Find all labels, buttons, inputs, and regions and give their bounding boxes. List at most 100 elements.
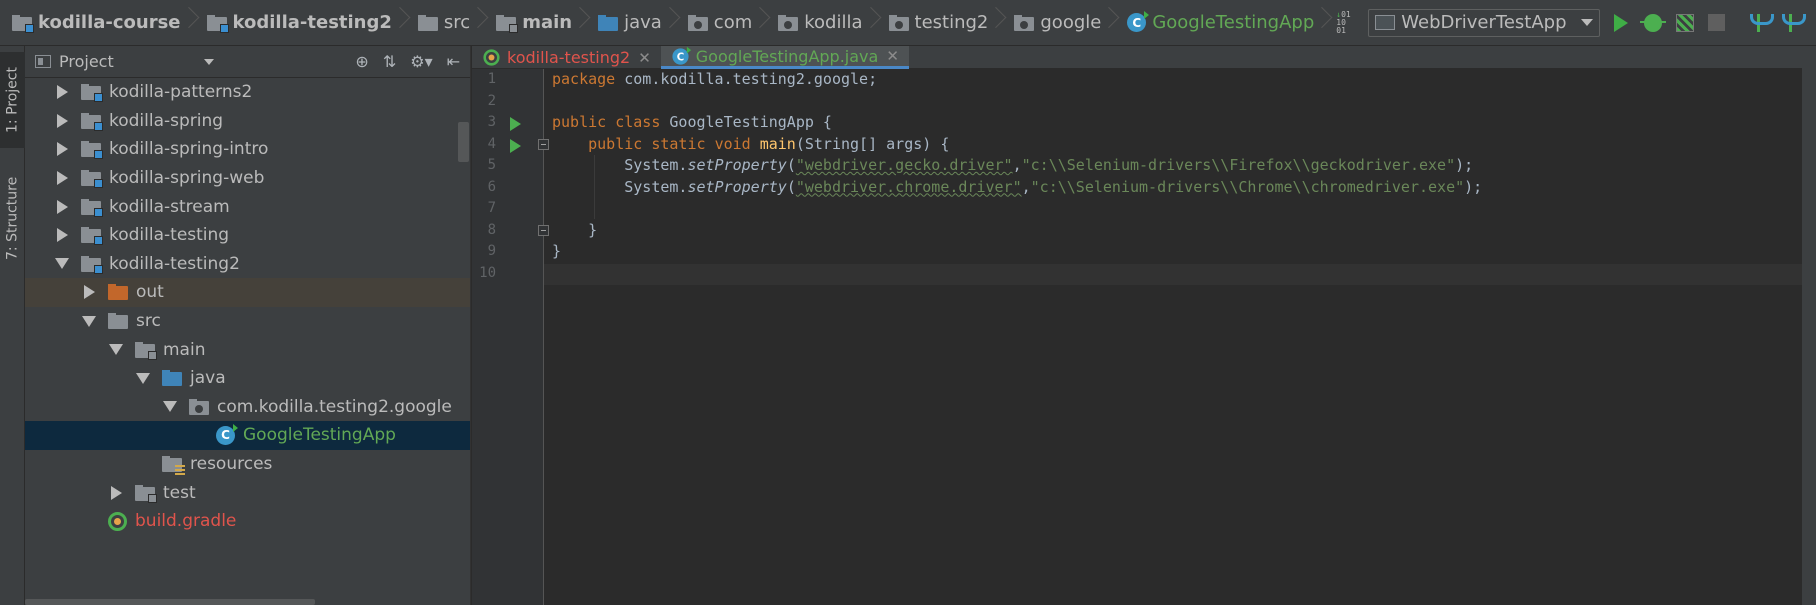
breadcrumb-item-googletestingapp[interactable]: C GoogleTestingApp bbox=[1123, 0, 1318, 45]
folder-source-icon bbox=[162, 370, 182, 387]
line-number: 1 bbox=[487, 71, 496, 87]
tab-kodilla-testing2[interactable]: kodilla-testing2 ✕ bbox=[472, 46, 661, 69]
folder-module-icon bbox=[206, 14, 229, 33]
tab-googletestingapp-java[interactable]: C GoogleTestingApp.java ✕ bbox=[660, 46, 909, 69]
chevron-right-icon[interactable] bbox=[56, 113, 68, 128]
tree-item[interactable]: build.gradle bbox=[25, 507, 470, 536]
tree-item[interactable]: main bbox=[25, 335, 470, 364]
breadcrumb-separator bbox=[994, 0, 1004, 45]
tree-item-label: test bbox=[163, 482, 196, 503]
debug-button[interactable] bbox=[1639, 12, 1666, 34]
close-icon[interactable]: ✕ bbox=[886, 47, 899, 65]
project-tree: kodilla-patterns2 kodilla-spring kodilla-s… bbox=[25, 78, 470, 605]
run-main-icon[interactable] bbox=[510, 138, 521, 153]
left-tool-strip: 1: Project 7: Structure bbox=[0, 46, 25, 605]
tree-item-label: kodilla-patterns2 bbox=[109, 82, 253, 103]
tree-item[interactable]: kodilla-testing bbox=[25, 221, 470, 250]
chevron-down-icon bbox=[1580, 19, 1593, 26]
chevron-right-icon[interactable] bbox=[56, 199, 68, 214]
class-icon: C bbox=[216, 423, 238, 445]
breadcrumb-item-testing2[interactable]: testing2 bbox=[885, 0, 993, 45]
fold-icon[interactable] bbox=[538, 224, 549, 236]
breadcrumb-item-kodilla-testing2[interactable]: kodilla-testing2 bbox=[203, 0, 396, 45]
code-line-6: System.setProperty("webdriver.chrome.dri… bbox=[624, 177, 1483, 196]
folder-module-icon bbox=[81, 112, 103, 131]
tree-item[interactable]: kodilla-spring bbox=[25, 107, 470, 136]
gradle-icon bbox=[108, 511, 127, 531]
folder-module-icon bbox=[81, 170, 103, 189]
tree-item[interactable]: src bbox=[25, 307, 470, 336]
line-number: 6 bbox=[487, 178, 496, 195]
close-icon[interactable]: ✕ bbox=[638, 49, 651, 67]
gear-icon[interactable]: ⚙▾ bbox=[410, 52, 432, 71]
project-panel-title[interactable]: Project bbox=[59, 52, 114, 71]
tree-item[interactable]: kodilla-spring-intro bbox=[25, 135, 470, 164]
binary-icon[interactable]: ↓01 10 01 bbox=[1336, 10, 1358, 35]
editor-tabs: kodilla-testing2 ✕ C GoogleTestingApp.ja… bbox=[472, 46, 1816, 69]
chevron-down-icon[interactable] bbox=[55, 258, 69, 270]
run-configuration-select[interactable]: WebDriverTestApp bbox=[1368, 8, 1600, 37]
tree-item[interactable]: kodilla-spring-web bbox=[25, 164, 470, 193]
tree-item-label: com.kodilla.testing2.google bbox=[217, 396, 452, 417]
line-number: 9 bbox=[487, 243, 496, 259]
collapse-all-icon[interactable]: ⇅ bbox=[383, 52, 396, 71]
settings-button[interactable]: ▣ bbox=[1812, 12, 1816, 34]
breadcrumb-label: kodilla-course bbox=[38, 12, 181, 33]
tree-item[interactable]: com.kodilla.testing2.google bbox=[25, 393, 470, 422]
tree-item[interactable]: kodilla-stream bbox=[25, 192, 470, 221]
tree-item[interactable]: kodilla-testing2 bbox=[25, 250, 470, 279]
fold-icon[interactable] bbox=[538, 138, 549, 150]
breadcrumb-item-google[interactable]: google bbox=[1010, 0, 1105, 45]
vcs-update-button[interactable] bbox=[1748, 12, 1774, 34]
folder-resources-icon bbox=[162, 456, 185, 476]
package-icon bbox=[189, 398, 209, 415]
breadcrumb-item-kodilla-course[interactable]: kodilla-course bbox=[8, 0, 185, 45]
tree-item[interactable]: resources bbox=[25, 450, 470, 479]
breadcrumb-item-com[interactable]: com bbox=[684, 0, 756, 45]
breadcrumb-item-kodilla[interactable]: kodilla bbox=[774, 0, 866, 45]
folder-icon bbox=[417, 14, 438, 31]
tree-item-label: java bbox=[190, 368, 226, 389]
chevron-down-icon[interactable] bbox=[136, 372, 150, 384]
chevron-right-icon[interactable] bbox=[56, 228, 68, 243]
chevron-right-icon[interactable] bbox=[56, 142, 68, 157]
code-editor[interactable]: 1 2 3 4 5 6 7 8 9 10 package com.kodilla.testing2… bbox=[472, 69, 1816, 605]
tree-item[interactable]: C GoogleTestingApp bbox=[25, 421, 470, 450]
package-icon bbox=[778, 14, 799, 31]
chevron-down-icon[interactable] bbox=[82, 315, 96, 327]
scroll-from-source-icon[interactable]: ⊕ bbox=[355, 52, 368, 71]
chevron-down-icon[interactable] bbox=[109, 344, 123, 356]
breadcrumb-separator bbox=[578, 0, 588, 45]
vertical-scrollbar[interactable] bbox=[458, 122, 469, 162]
breadcrumb-item-java[interactable]: java bbox=[594, 0, 666, 45]
breadcrumb-item-src[interactable]: src bbox=[414, 0, 474, 45]
coverage-button[interactable] bbox=[1674, 12, 1696, 34]
hide-panel-icon[interactable]: ⇤ bbox=[447, 52, 460, 71]
vcs-commit-button[interactable] bbox=[1780, 12, 1806, 34]
run-button[interactable] bbox=[1610, 12, 1632, 34]
tree-item[interactable]: kodilla-patterns2 bbox=[25, 78, 470, 107]
chevron-right-icon[interactable] bbox=[83, 285, 95, 300]
tree-item[interactable]: java bbox=[25, 364, 470, 393]
breadcrumb-item-main[interactable]: main bbox=[492, 0, 576, 45]
chevron-down-icon[interactable] bbox=[163, 401, 177, 413]
debug-icon bbox=[1639, 13, 1666, 32]
run-class-icon[interactable] bbox=[510, 117, 521, 131]
tab-project[interactable]: 1: Project bbox=[0, 52, 25, 148]
chevron-right-icon[interactable] bbox=[56, 85, 68, 100]
breadcrumb-separator bbox=[869, 0, 879, 45]
tab-structure[interactable]: 7: Structure bbox=[0, 164, 25, 272]
stop-button[interactable] bbox=[1706, 12, 1728, 34]
horizontal-scrollbar[interactable] bbox=[25, 599, 315, 605]
run-toolbar: ↓011001 WebDriverTestApp ▣ bbox=[1336, 0, 1816, 45]
tree-item[interactable]: test bbox=[25, 478, 470, 507]
tree-item[interactable]: out bbox=[25, 278, 470, 307]
folder-module-icon bbox=[81, 141, 103, 160]
package-icon bbox=[687, 14, 708, 31]
chevron-right-icon[interactable] bbox=[110, 485, 122, 500]
chevron-down-icon[interactable] bbox=[203, 58, 214, 65]
chevron-right-icon[interactable] bbox=[56, 171, 68, 186]
code-line-1: package com.kodilla.testing2.google; bbox=[552, 70, 878, 88]
breadcrumb-separator bbox=[758, 0, 768, 45]
breadcrumb-separator bbox=[187, 0, 197, 45]
